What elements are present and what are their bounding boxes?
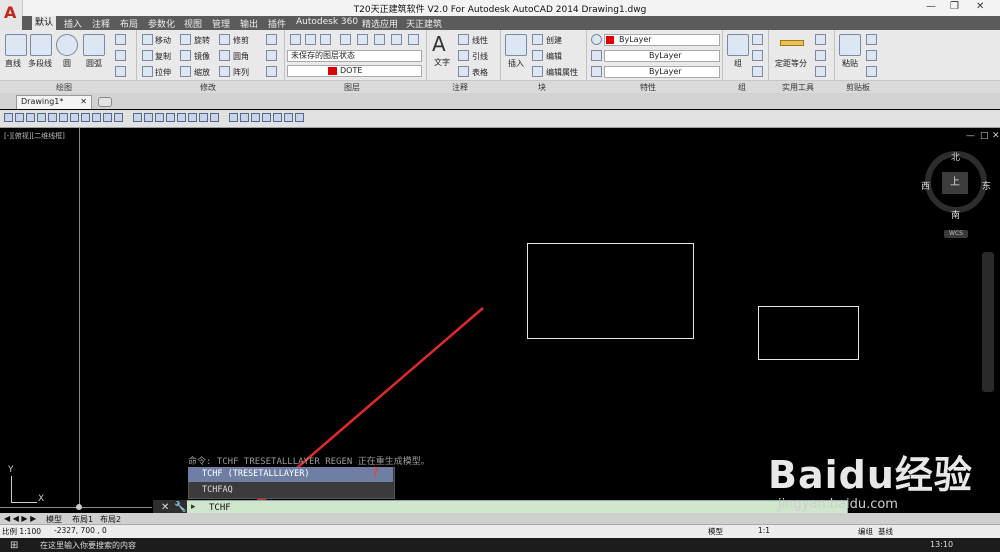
command-input-value[interactable]: TCHF <box>209 503 231 513</box>
windows-start-icon[interactable]: ⊞ <box>10 540 18 551</box>
status-baseline-toggle[interactable]: 基线 <box>878 526 893 537</box>
help-icon[interactable]: ❓ <box>370 468 381 478</box>
status-grouping-toggle[interactable]: 编组 <box>858 526 873 537</box>
model-space-button[interactable]: 模型 <box>708 526 723 537</box>
wcs-menu[interactable]: WCS <box>944 230 968 238</box>
autocomplete-item-label: TCHF (TRESETALLLAYER) <box>202 469 310 479</box>
close-command-icon[interactable]: ✕ <box>161 502 169 513</box>
viewport-close-icon[interactable]: ✕ <box>992 131 1000 141</box>
autocomplete-item-highlighted[interactable]: TCHF (TRESETALLLAYER) ❓ <box>188 467 393 482</box>
annotation-scale-status[interactable]: 比例 1:100 <box>2 526 41 537</box>
layout-nav-icon[interactable]: ◀ ◀ ▶ ▶ <box>4 514 36 523</box>
viewcube-top-face[interactable]: 上 <box>942 172 968 194</box>
viewport-maximize-icon[interactable]: □ <box>980 131 989 141</box>
autocomplete-item[interactable]: TCHFAQ <box>202 485 233 495</box>
customize-wrench-icon[interactable]: 🔧 <box>174 502 186 513</box>
viewport-scale[interactable]: 1:1 <box>758 526 770 535</box>
clock: 13:10 <box>930 540 954 549</box>
viewport-minimize-icon[interactable]: — <box>966 131 975 141</box>
status-bar: 比例 1:100 -2327, 700 , 0 模型 1:1 编组 基线 <box>0 524 1000 538</box>
compass-south[interactable]: 南 <box>951 208 960 221</box>
command-history-line: 命令: TCHF TRESETALLLAYER REGEN 正在重生成模型。 <box>188 457 430 467</box>
windows-taskbar: ⊞ 在这里输入你要搜索的内容 13:10 <box>0 538 1000 552</box>
layout-tab-bar: ◀ ◀ ▶ ▶ 模型 布局1 布局2 <box>0 513 1000 524</box>
coordinate-readout: -2327, 700 , 0 <box>54 526 107 535</box>
compass-east[interactable]: 东 <box>982 179 991 192</box>
compass-north[interactable]: 北 <box>951 150 960 163</box>
compass-west[interactable]: 西 <box>921 179 930 192</box>
navigation-bar[interactable] <box>982 252 994 392</box>
baidu-watermark-url: jingyan.baidu.com <box>778 497 898 512</box>
command-prompt-icon: ▸ <box>191 502 196 512</box>
taskbar-search-box[interactable]: 在这里输入你要搜索的内容 <box>40 540 136 551</box>
baidu-watermark: Baidu经验 <box>768 453 973 497</box>
